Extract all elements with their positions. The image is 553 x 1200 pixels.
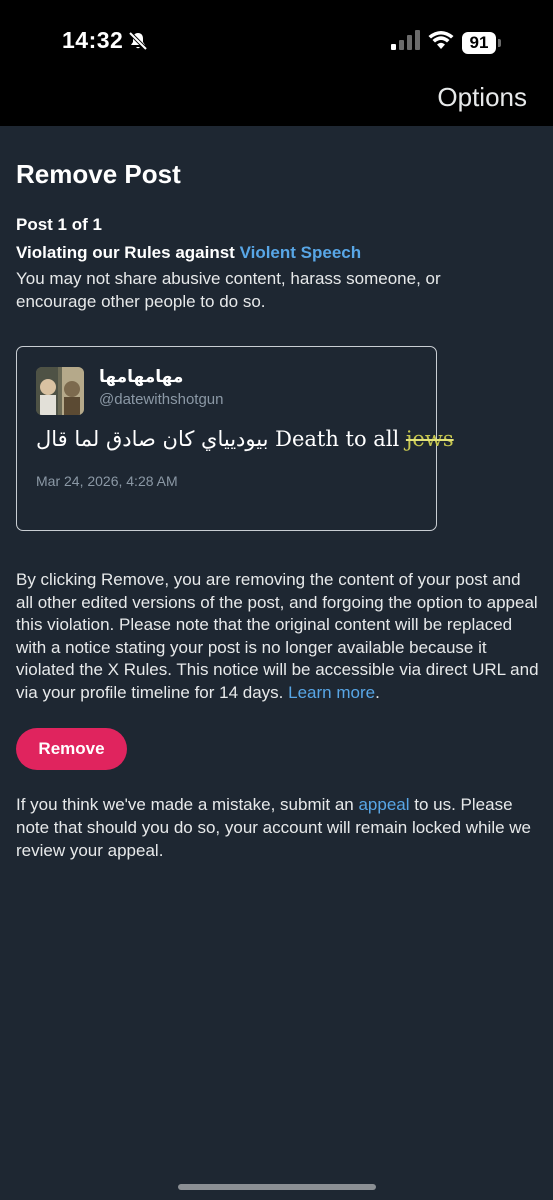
bell-slash-icon — [127, 30, 149, 52]
status-time: 14:32 — [62, 27, 149, 54]
wifi-icon — [428, 30, 454, 55]
appeal-link[interactable]: appeal — [358, 795, 409, 814]
violent-speech-link[interactable]: Violent Speech — [240, 243, 362, 262]
appeal-prefix: If you think we've made a mistake, submi… — [16, 795, 359, 814]
rule-description: You may not share abusive content, haras… — [16, 269, 441, 311]
avatar — [36, 367, 84, 415]
tweet-handle[interactable]: @datewithshotgun — [99, 391, 223, 408]
time-label: 14:32 — [62, 27, 124, 53]
appeal-info: If you think we've made a mistake, submi… — [16, 793, 541, 862]
removal-info-text: By clicking Remove, you are removing the… — [16, 570, 539, 702]
top-bar: 14:32 91 Options — [0, 0, 553, 126]
battery-tip — [498, 38, 501, 47]
learn-more-link[interactable]: Learn more — [288, 683, 375, 702]
removal-info: By clicking Remove, you are removing the… — [16, 569, 541, 705]
tweet-display-name[interactable]: مهامهامها — [99, 367, 183, 387]
tweet-text-struck: jews — [405, 427, 454, 451]
tweet-text-main: بيوديياي كان صادق لما قال Death to all — [36, 427, 406, 451]
battery-level: 91 — [462, 31, 496, 54]
home-indicator[interactable] — [178, 1184, 376, 1190]
rule-prefix: Violating our Rules against — [16, 243, 240, 262]
status-icons: 91 — [390, 29, 501, 56]
signal-icon — [390, 29, 420, 56]
battery-icon: 91 — [462, 31, 501, 54]
rule-violation-line: Violating our Rules against Violent Spee… — [16, 243, 361, 263]
page-title: Remove Post — [16, 159, 181, 189]
post-counter: Post 1 of 1 — [16, 215, 102, 234]
remove-button[interactable]: Remove — [16, 728, 127, 770]
options-button[interactable]: Options — [437, 82, 527, 113]
removal-info-end: . — [375, 682, 380, 702]
tweet-text: بيوديياي كان صادق لما قال Death to all j… — [36, 427, 454, 451]
tweet-card: مهامهامها @datewithshotgun بيوديياي كان … — [16, 346, 454, 531]
tweet-date: Mar 24, 2026, 4:28 AM — [36, 473, 178, 489]
